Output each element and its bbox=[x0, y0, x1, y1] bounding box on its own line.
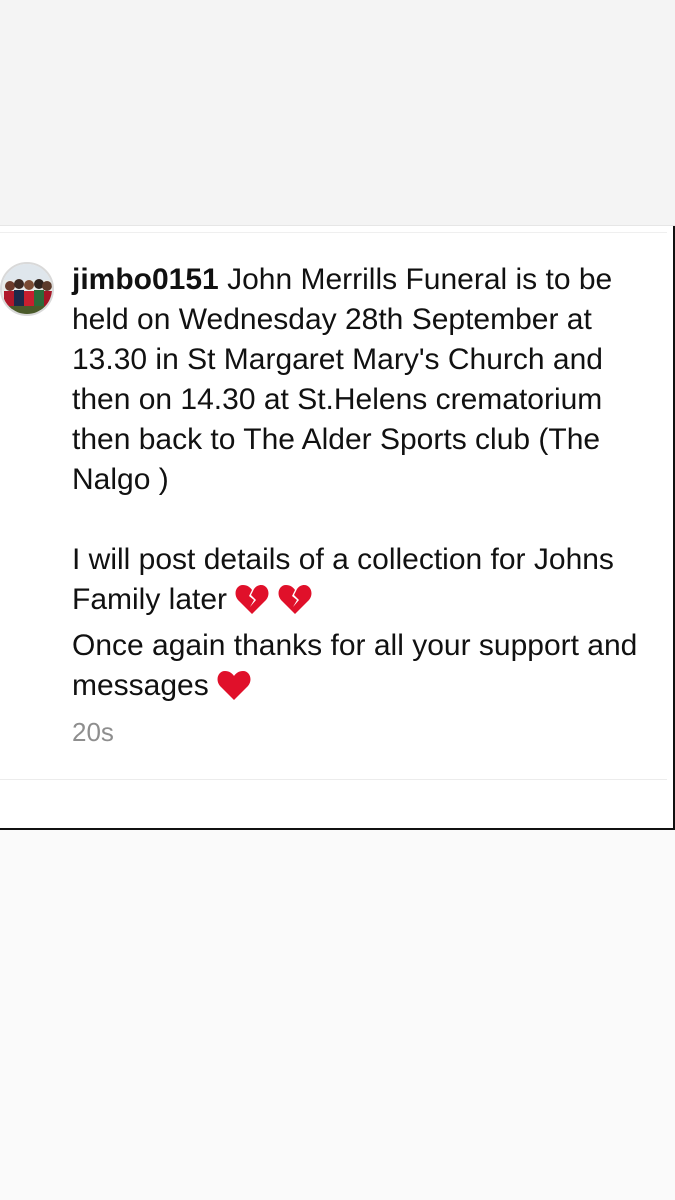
heart-icon bbox=[217, 669, 251, 712]
username-link[interactable]: jimbo0151 bbox=[72, 263, 219, 296]
divider bbox=[0, 779, 667, 780]
comment-paragraph-2: I will post details of a collection for … bbox=[72, 543, 623, 616]
comment-text: jimbo0151 John Merrills Funeral is to be… bbox=[72, 260, 652, 712]
comment-card: jimbo0151 John Merrills Funeral is to be… bbox=[0, 225, 675, 830]
divider bbox=[0, 232, 667, 233]
comment-paragraph-1: John Merrills Funeral is to be held on W… bbox=[72, 263, 621, 496]
profile-photo-icon bbox=[2, 264, 52, 314]
avatar[interactable] bbox=[0, 262, 54, 316]
broken-heart-icon bbox=[235, 583, 269, 626]
card-edge bbox=[0, 828, 675, 830]
broken-heart-icon bbox=[278, 583, 312, 626]
comment-paragraph-3: Once again thanks for all your support a… bbox=[72, 629, 646, 702]
top-background bbox=[0, 0, 675, 225]
comment-timestamp: 20s bbox=[72, 717, 114, 747]
